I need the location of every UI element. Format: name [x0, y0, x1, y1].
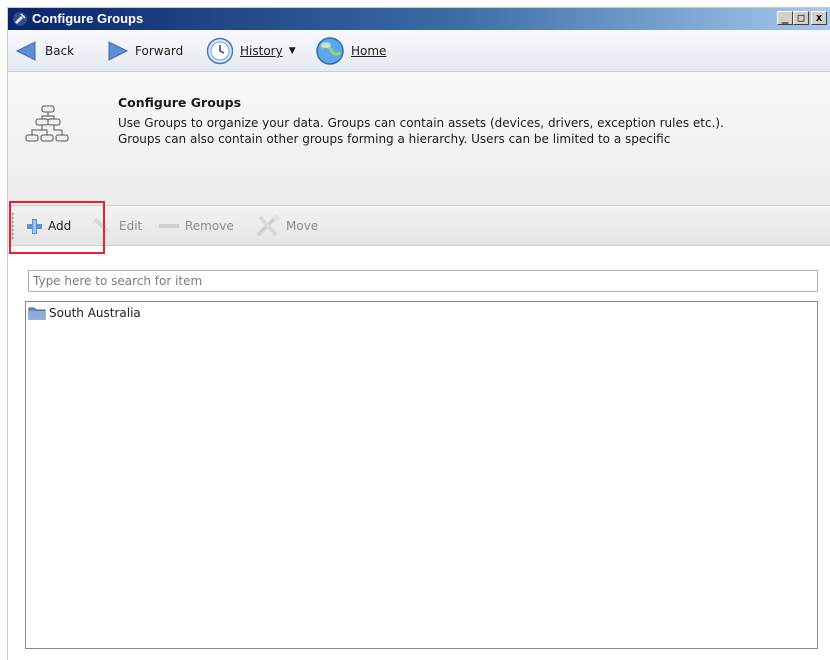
header-description: Use Groups to organize your data. Groups…	[118, 116, 724, 146]
tree-item-label: South Australia	[49, 306, 141, 320]
edit-label: Edit	[119, 219, 143, 233]
search-input[interactable]	[28, 270, 818, 292]
move-button[interactable]: Move	[255, 206, 318, 246]
toolbar-grip[interactable]	[11, 212, 14, 240]
back-arrow-icon	[15, 41, 36, 61]
edit-button[interactable]: Edit	[92, 206, 142, 246]
minimize-button[interactable]: _	[777, 11, 793, 25]
add-button[interactable]: Add	[26, 206, 71, 246]
groups-tree[interactable]: South Australia	[25, 301, 818, 649]
back-button[interactable]: Back	[15, 30, 74, 72]
maximize-button[interactable]: □	[793, 11, 809, 25]
history-label: History	[240, 44, 283, 58]
folder-icon	[28, 307, 46, 320]
forward-arrow-icon	[108, 41, 129, 61]
clock-icon	[206, 37, 234, 65]
add-label: Add	[48, 219, 72, 233]
hierarchy-icon	[25, 105, 69, 142]
window-title: Configure Groups	[32, 11, 144, 26]
plus-icon	[27, 218, 42, 234]
close-button[interactable]: x	[811, 11, 827, 25]
back-label: Back	[45, 44, 75, 58]
remove-button[interactable]: Remove	[158, 206, 234, 246]
home-label-text: Home	[351, 44, 387, 58]
satellite-icon	[13, 12, 27, 26]
minus-icon	[159, 224, 179, 228]
forward-label: Forward	[135, 44, 184, 58]
configure-groups-window: Configure Groups _ □ x Back Forward Hist…	[7, 7, 830, 660]
chevron-down-icon: ▼	[288, 46, 296, 56]
header-title: Configure Groups	[118, 95, 242, 110]
home-button[interactable]: Home	[315, 30, 386, 72]
remove-label: Remove	[185, 219, 234, 233]
pencil-icon	[93, 217, 113, 236]
history-button[interactable]: History ▼	[206, 30, 296, 72]
move-label: Move	[286, 219, 319, 233]
history-label-text: History	[240, 44, 283, 58]
tools-icon	[256, 215, 279, 237]
tree-item-south-australia[interactable]: South Australia	[28, 304, 141, 322]
header-panel: Configure Groups Use Groups to organize …	[8, 72, 830, 206]
toolbar: Add Edit Remove Move	[8, 206, 830, 246]
title-bar[interactable]: Configure Groups _ □ x	[8, 8, 830, 30]
globe-home-icon	[316, 37, 344, 65]
home-label: Home	[351, 44, 386, 58]
navigation-bar: Back Forward History ▼ Home	[8, 30, 830, 72]
forward-button[interactable]: Forward	[105, 30, 183, 72]
